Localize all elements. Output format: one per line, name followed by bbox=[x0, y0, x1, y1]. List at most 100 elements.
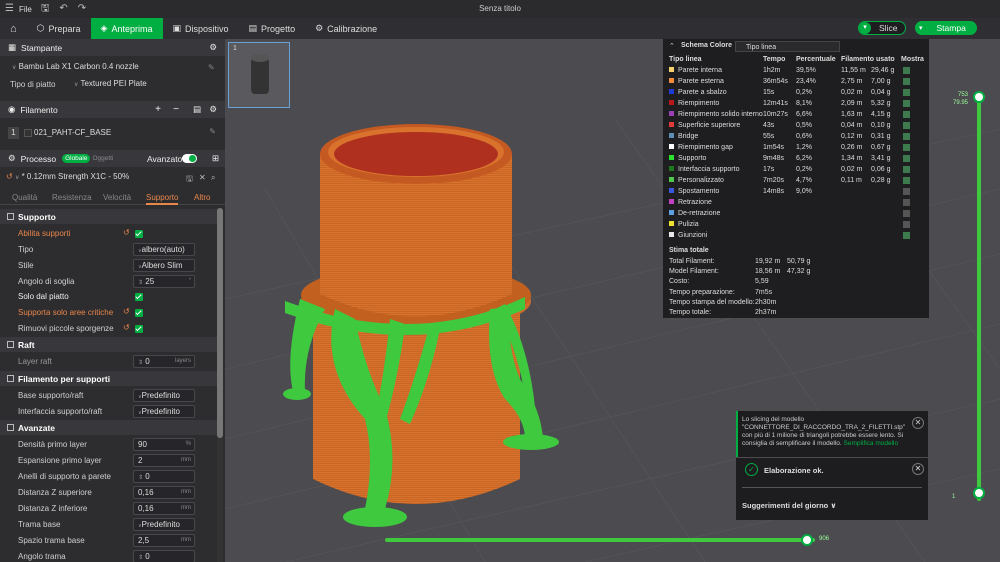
compare-icon[interactable]: ⊞ bbox=[212, 153, 219, 164]
advanced-toggle[interactable] bbox=[182, 154, 197, 163]
show-toggle[interactable] bbox=[903, 122, 910, 129]
support-type-select[interactable]: ∨albero(auto) bbox=[133, 243, 195, 256]
show-toggle[interactable] bbox=[903, 100, 910, 107]
save-preset-icon[interactable]: 🖫 bbox=[186, 173, 193, 187]
move-slider[interactable] bbox=[385, 534, 815, 546]
tab-prepare[interactable]: ⬡ Prepara bbox=[27, 18, 91, 39]
z-bottom-distance-input[interactable]: 0,16 mm bbox=[133, 502, 195, 515]
move-slider-handle[interactable] bbox=[801, 534, 813, 546]
stepper-icon[interactable]: ⇕ bbox=[138, 555, 143, 561]
search-icon[interactable]: ⌕ bbox=[211, 173, 215, 183]
undo-icon[interactable]: ↶ bbox=[54, 0, 72, 18]
view-mode-select[interactable]: Tipo linea bbox=[735, 41, 840, 52]
layer-slider[interactable] bbox=[973, 91, 985, 501]
close-icon[interactable]: ✕ bbox=[912, 463, 924, 475]
on-plate-checkbox[interactable] bbox=[135, 293, 143, 301]
support-style-select[interactable]: ∨Albero Slim bbox=[133, 259, 195, 272]
settings-scroll-area[interactable]: Supporto Abilita supporti ↺ Tipo ∨albero… bbox=[0, 208, 225, 562]
menu-icon[interactable]: ☰ bbox=[0, 0, 19, 18]
show-toggle[interactable] bbox=[903, 144, 910, 151]
tips-button[interactable]: Suggerimenti del giorno ∨ bbox=[742, 501, 836, 510]
support-interface-select[interactable]: ∨Predefinito bbox=[133, 405, 195, 418]
show-toggle[interactable] bbox=[903, 199, 910, 206]
tab-quality[interactable]: Qualità bbox=[12, 193, 37, 202]
reset-icon[interactable]: ↺ bbox=[123, 228, 130, 237]
remove-filament-icon[interactable]: − bbox=[173, 104, 179, 115]
support-base-select[interactable]: ∨Predefinito bbox=[133, 389, 195, 402]
legend-row: Personalizzato 7m20s 4,7% 0,11 m 0,28 g bbox=[663, 176, 929, 187]
reset-icon[interactable]: ↺ bbox=[123, 307, 130, 316]
support-type-label: Tipo bbox=[18, 245, 34, 254]
first-layer-density-input[interactable]: 90% bbox=[133, 438, 195, 451]
plate-type-select[interactable]: ∨ Textured PEI Plate bbox=[70, 78, 206, 91]
printer-settings-icon[interactable]: ⚙ bbox=[209, 42, 217, 53]
layer-slider-bottom-handle[interactable] bbox=[973, 487, 985, 499]
redo-icon[interactable]: ↷ bbox=[73, 0, 91, 18]
settings-scrollbar[interactable] bbox=[217, 208, 223, 562]
scope-object-button[interactable]: Oggetti bbox=[92, 155, 113, 162]
tab-device[interactable]: ▣ Dispositivo bbox=[163, 18, 239, 39]
show-toggle[interactable] bbox=[903, 210, 910, 217]
wall-rings-input[interactable]: ⇕ 0 bbox=[133, 470, 195, 483]
collapse-icon[interactable]: ⌃ bbox=[669, 42, 675, 50]
edit-filament-icon[interactable]: ✎ bbox=[209, 127, 216, 136]
tab-calibration[interactable]: ⚙ Calibrazione bbox=[305, 18, 387, 39]
show-toggle[interactable] bbox=[903, 155, 910, 162]
show-toggle[interactable] bbox=[903, 89, 910, 96]
simplify-model-link[interactable]: Semplifica modello bbox=[844, 440, 899, 447]
edit-printer-icon[interactable]: ✎ bbox=[208, 63, 215, 72]
base-pattern-select[interactable]: ∨Predefinito bbox=[133, 518, 195, 531]
reset-icon[interactable]: ↺ bbox=[123, 323, 130, 332]
process-preset-select[interactable]: ↺ ∨ * 0.12mm Strength X1C - 50% bbox=[6, 172, 186, 186]
show-toggle[interactable] bbox=[903, 177, 910, 184]
tab-preview[interactable]: ◈ Anteprima bbox=[90, 18, 163, 39]
pattern-spacing-input[interactable]: 2,5 mm bbox=[133, 534, 195, 547]
reset-icon[interactable]: ↺ bbox=[6, 172, 13, 181]
show-toggle[interactable] bbox=[903, 78, 910, 85]
tab-support[interactable]: Supporto bbox=[146, 193, 179, 205]
home-icon: ⌂ bbox=[10, 22, 17, 35]
show-toggle[interactable] bbox=[903, 221, 910, 228]
tab-project[interactable]: ▤ Progetto bbox=[239, 18, 306, 39]
print-button[interactable]: ▾ Stampa bbox=[915, 21, 977, 35]
show-toggle[interactable] bbox=[903, 232, 910, 239]
remove-small-checkbox[interactable] bbox=[135, 325, 143, 333]
stepper-icon[interactable]: ⇕ bbox=[138, 475, 143, 481]
raft-layers-input[interactable]: ⇕ 0 layers bbox=[133, 355, 195, 368]
delete-preset-icon[interactable]: ✕ bbox=[199, 173, 206, 182]
show-toggle[interactable] bbox=[903, 166, 910, 173]
layer-slider-top-handle[interactable] bbox=[973, 91, 985, 103]
print-dropdown-icon[interactable]: ▾ bbox=[919, 24, 923, 32]
threshold-angle-input[interactable]: ⇕ 25 ° bbox=[133, 275, 195, 288]
enable-support-checkbox[interactable] bbox=[135, 230, 143, 238]
filament-sync-icon[interactable]: ▤ bbox=[193, 104, 201, 115]
raft-section-header: Raft bbox=[0, 337, 218, 352]
show-toggle[interactable] bbox=[903, 188, 910, 195]
first-layer-expansion-input[interactable]: 2 mm bbox=[133, 454, 195, 467]
show-toggle[interactable] bbox=[903, 67, 910, 74]
tab-speed[interactable]: Velocità bbox=[103, 193, 131, 202]
add-filament-icon[interactable]: + bbox=[155, 104, 161, 115]
printer-select[interactable]: ∨ Bambu Lab X1 Carbon 0.4 nozzle bbox=[8, 61, 204, 74]
pattern-angle-input[interactable]: ⇕ 0 bbox=[133, 550, 195, 562]
show-toggle[interactable] bbox=[903, 111, 910, 118]
slice-dropdown-icon[interactable]: ▾ bbox=[859, 22, 871, 34]
close-icon[interactable]: ✕ bbox=[912, 417, 924, 429]
save-icon[interactable]: 🖫 bbox=[36, 0, 55, 18]
critical-only-checkbox[interactable] bbox=[135, 309, 143, 317]
scrollbar-thumb[interactable] bbox=[217, 208, 223, 438]
show-toggle[interactable] bbox=[903, 133, 910, 140]
filament-slot[interactable]: 1 021_PAHT-CF_BASE ✎ bbox=[8, 127, 216, 140]
legend-color-swatch bbox=[669, 89, 674, 94]
stepper-icon[interactable]: ⇕ bbox=[138, 360, 143, 366]
home-button[interactable]: ⌂ bbox=[0, 18, 27, 39]
z-top-distance-input[interactable]: 0,16 mm bbox=[133, 486, 195, 499]
tab-strength[interactable]: Resistenza bbox=[52, 193, 92, 202]
filament-settings-icon[interactable]: ⚙ bbox=[209, 104, 217, 115]
scope-global-button[interactable]: Globale bbox=[62, 154, 91, 163]
main-tab-bar: ⌂ ⬡ Prepara ◈ Anteprima ▣ Dispositivo ▤ Prog… bbox=[0, 18, 1000, 39]
tab-other[interactable]: Altro bbox=[194, 193, 210, 202]
stepper-icon[interactable]: ⇕ bbox=[138, 280, 143, 286]
slice-button[interactable]: ▾ Slice bbox=[858, 21, 906, 35]
file-menu[interactable]: File bbox=[19, 5, 32, 14]
